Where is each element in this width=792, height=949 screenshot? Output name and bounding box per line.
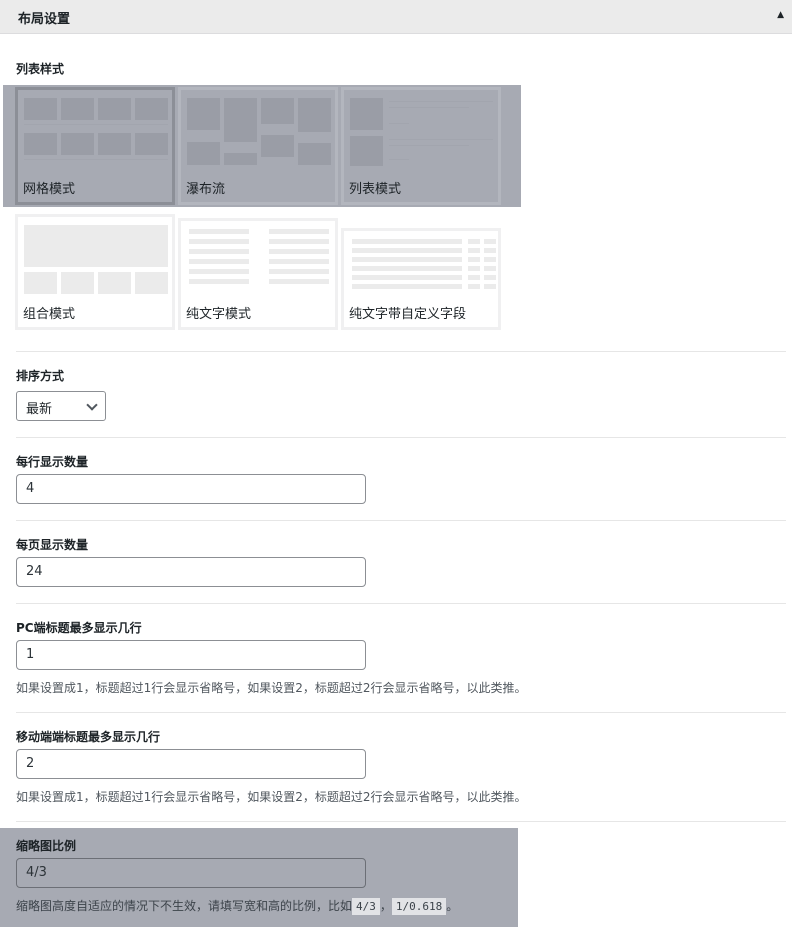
divider <box>16 437 786 438</box>
divider <box>16 351 786 352</box>
mobile-title-lines-desc: 如果设置成1，标题超过1行会显示省略号，如果设置2，标题超过2行会显示省略号，以… <box>16 790 527 804</box>
waterfall-preview <box>186 95 331 167</box>
layout-option-combo[interactable]: 组合模式 <box>15 214 175 330</box>
collapse-arrow-icon[interactable]: ▲ <box>777 10 784 20</box>
layout-option-label: 列表模式 <box>349 182 402 197</box>
example-code: 4/3 <box>352 898 380 915</box>
pc-title-lines-label: PC端标题最多显示几行 <box>16 621 142 635</box>
layout-option-label: 网格模式 <box>23 182 76 197</box>
layout-option-text[interactable]: 纯文字模式 <box>178 218 338 330</box>
list-style-label: 列表样式 <box>16 62 65 76</box>
mobile-title-lines-label: 移动端端标题最多显示几行 <box>16 730 161 744</box>
mobile-title-lines-input[interactable]: 2 <box>16 749 366 779</box>
text-preview <box>186 226 330 298</box>
layout-option-list[interactable]: 列表模式 <box>341 87 501 205</box>
layout-option-grid[interactable]: 网格模式 <box>15 87 175 205</box>
thumb-ratio-label: 缩略图比例 <box>16 839 77 853</box>
layout-option-waterfall[interactable]: 瀑布流 <box>178 87 338 205</box>
grid-preview <box>23 95 168 167</box>
divider <box>16 520 786 521</box>
divider <box>16 603 786 604</box>
per-page-input[interactable]: 24 <box>16 557 366 587</box>
layout-option-label: 纯文字模式 <box>186 307 252 322</box>
separator: ， <box>379 899 392 913</box>
layout-option-label: 纯文字带自定义字段 <box>349 307 467 322</box>
sort-select[interactable]: 最新 <box>16 391 106 421</box>
text-custom-preview <box>349 236 496 298</box>
panel-title: 布局设置 <box>18 12 71 27</box>
per-row-input[interactable]: 4 <box>16 474 366 504</box>
panel-header[interactable]: 布局设置 ▲ <box>0 0 792 34</box>
layout-option-label: 瀑布流 <box>186 182 226 197</box>
layout-option-label: 组合模式 <box>23 307 76 322</box>
pc-title-lines-input[interactable]: 1 <box>16 640 366 670</box>
divider <box>16 712 786 713</box>
divider <box>16 821 786 822</box>
pc-title-lines-desc: 如果设置成1，标题超过1行会显示省略号，如果设置2，标题超过2行会显示省略号，以… <box>16 681 527 695</box>
example-code: 1/0.618 <box>391 898 447 915</box>
sort-label: 排序方式 <box>16 369 65 383</box>
per-page-label: 每页显示数量 <box>16 538 89 552</box>
period: 。 <box>446 899 459 913</box>
combo-preview <box>23 222 168 294</box>
thumb-ratio-desc-text: 缩略图高度自适应的情况下不生效，请填写宽和高的比例，比如 <box>16 899 353 913</box>
list-preview <box>349 95 493 167</box>
per-row-label: 每行显示数量 <box>16 455 89 469</box>
sort-select-value: 最新 <box>26 402 53 417</box>
thumb-ratio-desc: 缩略图高度自适应的情况下不生效，请填写宽和高的比例，比如 4/3， 1/0.618。 <box>16 897 459 915</box>
thumb-ratio-input[interactable]: 4/3 <box>16 858 366 888</box>
chevron-down-icon <box>86 399 98 411</box>
layout-option-text-custom[interactable]: 纯文字带自定义字段 <box>341 228 501 330</box>
